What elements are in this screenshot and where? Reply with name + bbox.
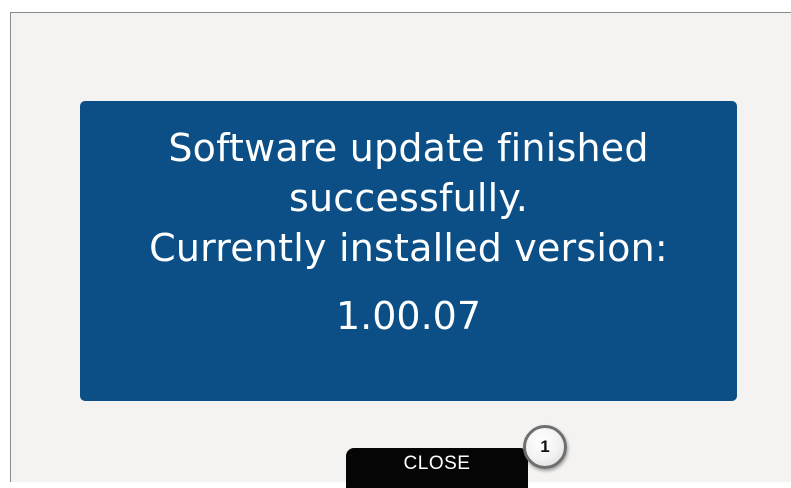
message-line-3: Currently installed version:	[149, 226, 668, 270]
callout-number-badge: 1	[523, 425, 567, 469]
message-line-2: successfully.	[289, 176, 528, 220]
message-line-1: Software update finished	[168, 126, 649, 170]
close-button[interactable]: CLOSE	[346, 448, 528, 488]
installed-version-value: 1.00.07	[335, 294, 482, 338]
update-complete-message-panel: Software update finished successfully. C…	[80, 101, 737, 401]
device-screen: Software update finished successfully. C…	[10, 12, 791, 482]
